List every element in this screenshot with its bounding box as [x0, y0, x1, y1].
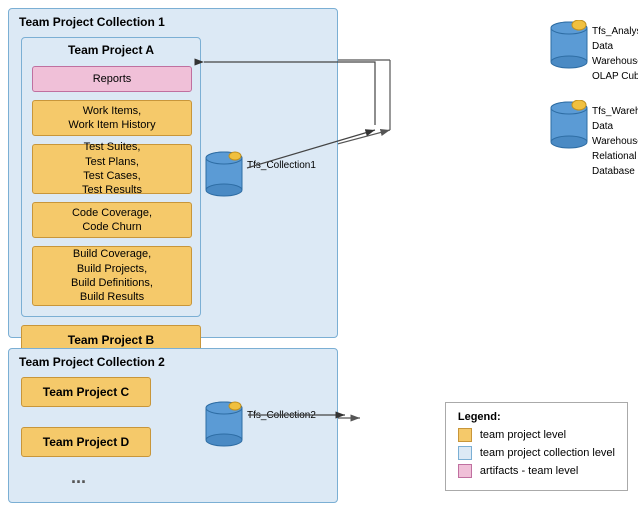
collection2-dots: ...	[71, 467, 86, 488]
tfs-collection2-cylinder: Tfs_Collection2	[205, 400, 243, 451]
legend-item-artifacts: artifacts - team level	[458, 464, 615, 478]
work-items-label: Work Items,Work Item History	[68, 104, 155, 133]
legend-item-project: team project level	[458, 428, 615, 442]
legend-label-project: team project level	[480, 429, 566, 441]
reports-box: Reports	[32, 66, 192, 92]
project-c-label: Team Project C	[43, 385, 129, 399]
collection1-cylinder-label: Tfs_Collection1	[247, 160, 316, 171]
collection2-box: Team Project Collection 2 Team Project C…	[8, 348, 338, 503]
project-d-box: Team Project D	[21, 427, 151, 457]
collection1-title: Team Project Collection 1	[19, 15, 165, 29]
code-label: Code Coverage,Code Churn	[72, 206, 152, 235]
legend-title: Legend:	[458, 411, 615, 423]
project-b-label: Team Project B	[68, 333, 154, 347]
tfs-collection1-cylinder: Tfs_Collection1	[205, 150, 243, 201]
legend-swatch-collection	[458, 446, 472, 460]
collection1-cylinder-icon	[205, 150, 243, 198]
legend-label-collection: team project collection level	[480, 447, 615, 459]
tfs-analysis-db: Tfs_AnalysisData WarehouseOLAP Cube	[550, 20, 588, 75]
legend-label-artifacts: artifacts - team level	[480, 465, 578, 477]
collection1-box: Team Project Collection 1 Team Project A…	[8, 8, 338, 338]
project-c-box: Team Project C	[21, 377, 151, 407]
analysis-db-icon	[550, 20, 588, 72]
tfs-warehouse-db: Tfs_WarehouseData WarehouseRelational Da…	[550, 100, 588, 155]
legend-swatch-project	[458, 428, 472, 442]
build-label: Build Coverage,Build Projects,Build Defi…	[71, 247, 153, 304]
warehouse-db-icon	[550, 100, 588, 152]
project-a-box: Team Project A Reports Work Items,Work I…	[21, 37, 201, 317]
diagram-container: Team Project Collection 1 Team Project A…	[0, 0, 638, 511]
collection2-cylinder-icon	[205, 400, 243, 448]
test-label: Test Suites,Test Plans,Test Cases,Test R…	[82, 140, 142, 197]
code-box: Code Coverage,Code Churn	[32, 202, 192, 238]
test-box: Test Suites,Test Plans,Test Cases,Test R…	[32, 144, 192, 194]
collection2-cylinder-label: Tfs_Collection2	[247, 410, 316, 421]
legend-item-collection: team project collection level	[458, 446, 615, 460]
warehouse-db-label: Tfs_WarehouseData WarehouseRelational Da…	[592, 104, 638, 179]
project-a-title: Team Project A	[68, 43, 154, 57]
analysis-db-label: Tfs_AnalysisData WarehouseOLAP Cube	[592, 24, 638, 84]
legend-swatch-artifacts	[458, 464, 472, 478]
project-d-label: Team Project D	[43, 435, 129, 449]
reports-label: Reports	[93, 72, 132, 86]
build-box: Build Coverage,Build Projects,Build Defi…	[32, 246, 192, 306]
work-items-box: Work Items,Work Item History	[32, 100, 192, 136]
collection2-title: Team Project Collection 2	[19, 355, 165, 369]
legend-box: Legend: team project level team project …	[445, 402, 628, 491]
